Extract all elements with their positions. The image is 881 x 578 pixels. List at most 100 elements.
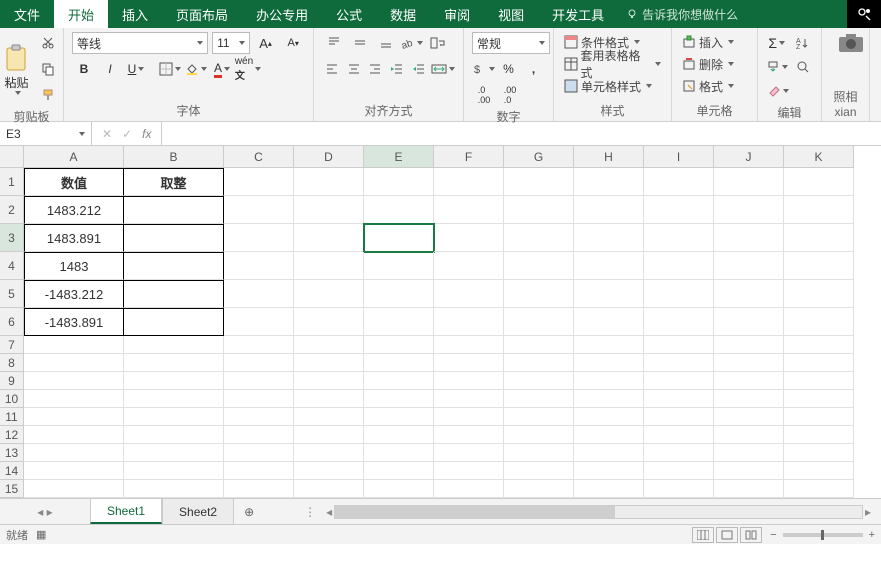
cell[interactable] <box>434 480 504 498</box>
cell[interactable] <box>434 444 504 462</box>
tab-page-layout[interactable]: 页面布局 <box>162 0 242 28</box>
cell[interactable] <box>224 168 294 196</box>
cell[interactable] <box>434 252 504 280</box>
cell[interactable] <box>504 462 574 480</box>
cell[interactable] <box>784 480 854 498</box>
increase-font-button[interactable]: A▴ <box>254 32 278 54</box>
name-box[interactable]: E3 <box>0 122 92 145</box>
camera-button[interactable] <box>830 32 872 54</box>
tell-me[interactable]: 告诉我你想做什么 <box>626 0 738 28</box>
cell[interactable] <box>504 390 574 408</box>
cell[interactable] <box>434 426 504 444</box>
cell[interactable] <box>364 408 434 426</box>
cell[interactable] <box>224 224 294 252</box>
cell[interactable] <box>364 426 434 444</box>
zoom-in-button[interactable]: + <box>869 529 875 541</box>
cell[interactable] <box>644 354 714 372</box>
tab-office[interactable]: 办公专用 <box>242 0 322 28</box>
cell[interactable] <box>124 462 224 480</box>
cell[interactable] <box>124 408 224 426</box>
align-bottom-button[interactable] <box>374 32 398 54</box>
cell[interactable] <box>294 252 364 280</box>
macro-record-icon[interactable]: ▦ <box>36 528 46 541</box>
cancel-formula-button[interactable]: ✕ <box>102 127 112 141</box>
grid[interactable]: 数值 取整 1483.212 1483.891 1483 <box>24 168 881 498</box>
cell[interactable] <box>784 462 854 480</box>
cell[interactable] <box>574 372 644 390</box>
cell[interactable] <box>504 280 574 308</box>
cell[interactable] <box>644 280 714 308</box>
fill-button[interactable] <box>766 56 788 78</box>
cell[interactable] <box>294 408 364 426</box>
sort-filter-button[interactable]: AZ <box>792 32 814 54</box>
cell[interactable] <box>644 426 714 444</box>
cell[interactable] <box>714 252 784 280</box>
tab-home[interactable]: 开始 <box>54 0 108 28</box>
cell[interactable] <box>224 354 294 372</box>
col-header[interactable]: B <box>124 146 224 168</box>
cell[interactable] <box>714 280 784 308</box>
cell[interactable] <box>24 408 124 426</box>
cell[interactable] <box>714 196 784 224</box>
zoom-control[interactable]: − + <box>770 529 875 541</box>
cell[interactable]: 1483 <box>24 252 124 280</box>
col-header[interactable]: C <box>224 146 294 168</box>
cell[interactable] <box>124 426 224 444</box>
col-header[interactable]: I <box>644 146 714 168</box>
cell[interactable] <box>574 336 644 354</box>
cell[interactable] <box>644 336 714 354</box>
number-format-combo[interactable]: 常规 <box>472 32 550 54</box>
page-break-view-button[interactable] <box>740 527 762 543</box>
cell[interactable]: -1483.212 <box>24 280 124 308</box>
normal-view-button[interactable] <box>692 527 714 543</box>
cell[interactable] <box>714 372 784 390</box>
cell[interactable] <box>124 196 224 224</box>
cell[interactable] <box>124 224 224 252</box>
cell[interactable] <box>364 390 434 408</box>
cell[interactable] <box>364 480 434 498</box>
currency-button[interactable]: $ <box>472 58 495 80</box>
cell[interactable] <box>434 354 504 372</box>
cell[interactable] <box>124 336 224 354</box>
sheet-tab[interactable]: Sheet1 <box>90 499 162 524</box>
tab-review[interactable]: 审阅 <box>430 0 484 28</box>
cell[interactable]: -1483.891 <box>24 308 124 336</box>
cell[interactable] <box>364 308 434 336</box>
row-header[interactable]: 1 <box>0 168 24 196</box>
increase-decimal-button[interactable]: .0.00 <box>472 84 496 106</box>
cell[interactable] <box>644 224 714 252</box>
cell[interactable] <box>714 336 784 354</box>
cell[interactable] <box>644 480 714 498</box>
cell[interactable] <box>224 308 294 336</box>
cell[interactable] <box>574 444 644 462</box>
cell[interactable] <box>574 168 644 196</box>
cell[interactable] <box>24 444 124 462</box>
cell[interactable] <box>644 308 714 336</box>
cell[interactable] <box>224 196 294 224</box>
align-left-button[interactable] <box>322 58 342 80</box>
cell[interactable] <box>294 390 364 408</box>
cell[interactable] <box>294 354 364 372</box>
cell[interactable] <box>644 390 714 408</box>
cell[interactable] <box>124 308 224 336</box>
cell[interactable] <box>434 390 504 408</box>
align-right-button[interactable] <box>366 58 386 80</box>
cell[interactable] <box>124 390 224 408</box>
cell[interactable] <box>784 354 854 372</box>
cell[interactable] <box>574 408 644 426</box>
row-header[interactable]: 5 <box>0 280 24 308</box>
enter-formula-button[interactable]: ✓ <box>122 127 132 141</box>
cell[interactable] <box>24 390 124 408</box>
cell[interactable] <box>124 354 224 372</box>
cell[interactable] <box>434 280 504 308</box>
col-header[interactable]: J <box>714 146 784 168</box>
share-button[interactable] <box>847 0 881 28</box>
col-header[interactable]: K <box>784 146 854 168</box>
cell[interactable] <box>24 354 124 372</box>
find-button[interactable] <box>792 56 813 78</box>
cell[interactable] <box>124 444 224 462</box>
cell[interactable] <box>504 426 574 444</box>
cell[interactable]: 数值 <box>24 168 124 196</box>
cell[interactable]: 1483.212 <box>24 196 124 224</box>
cell[interactable] <box>784 168 854 196</box>
